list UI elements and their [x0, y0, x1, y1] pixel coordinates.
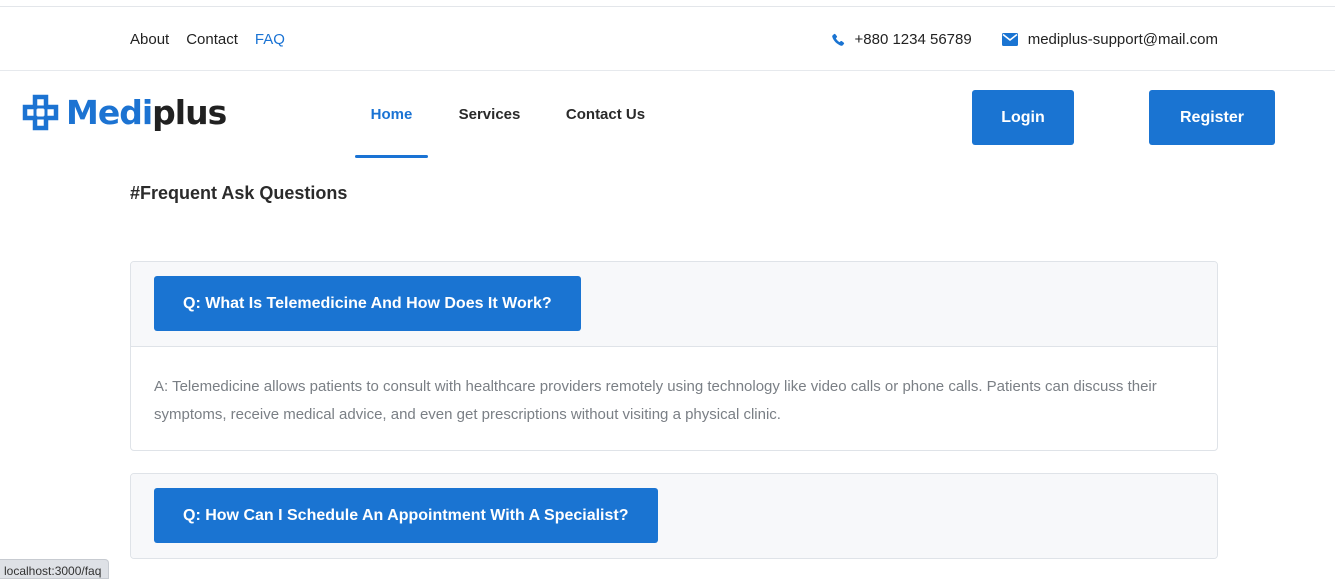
contact-info: +880 1234 56789 mediplus-support@mail.co… [831, 31, 1218, 48]
email-address: mediplus-support@mail.com [1027, 31, 1218, 48]
top-link-contact[interactable]: Contact [186, 31, 238, 48]
faq-card-header: Q: How Can I Schedule An Appointment Wit… [131, 474, 1217, 558]
brand-name-part1: Medi [66, 93, 153, 132]
medical-cross-icon [22, 94, 59, 131]
faq-card: Q: How Can I Schedule An Appointment Wit… [130, 473, 1218, 559]
phone-number: +880 1234 56789 [854, 31, 972, 48]
envelope-icon [1001, 33, 1018, 46]
brand-name: Mediplus [66, 93, 227, 132]
main-nav: Home Services Contact Us [355, 71, 660, 158]
email-contact: mediplus-support@mail.com [1001, 31, 1218, 48]
faq-question-button[interactable]: Q: What Is Telemedicine And How Does It … [154, 276, 581, 331]
login-button[interactable]: Login [972, 90, 1074, 145]
brand-name-part2: plus [152, 93, 227, 132]
faq-answer: A: Telemedicine allows patients to consu… [131, 346, 1217, 450]
nav-item-home[interactable]: Home [355, 71, 428, 158]
page-title: #Frequent Ask Questions [130, 183, 348, 203]
nav-item-services[interactable]: Services [428, 71, 551, 158]
top-link-about[interactable]: About [130, 31, 169, 48]
phone-contact: +880 1234 56789 [831, 31, 972, 48]
faq-question-button[interactable]: Q: How Can I Schedule An Appointment Wit… [154, 488, 658, 543]
top-links: About Contact FAQ [130, 31, 302, 48]
top-link-faq[interactable]: FAQ [255, 31, 285, 48]
top-bar: About Contact FAQ +880 1234 56789 medipl… [0, 7, 1335, 71]
register-button[interactable]: Register [1149, 90, 1275, 145]
brand-logo[interactable]: Mediplus [22, 93, 227, 132]
nav-item-contact-us[interactable]: Contact Us [551, 71, 660, 158]
browser-status-url: localhost:3000/faq [0, 559, 110, 579]
faq-card: Q: What Is Telemedicine And How Does It … [130, 261, 1218, 451]
faq-card-header: Q: What Is Telemedicine And How Does It … [131, 262, 1217, 346]
phone-icon [831, 33, 844, 46]
